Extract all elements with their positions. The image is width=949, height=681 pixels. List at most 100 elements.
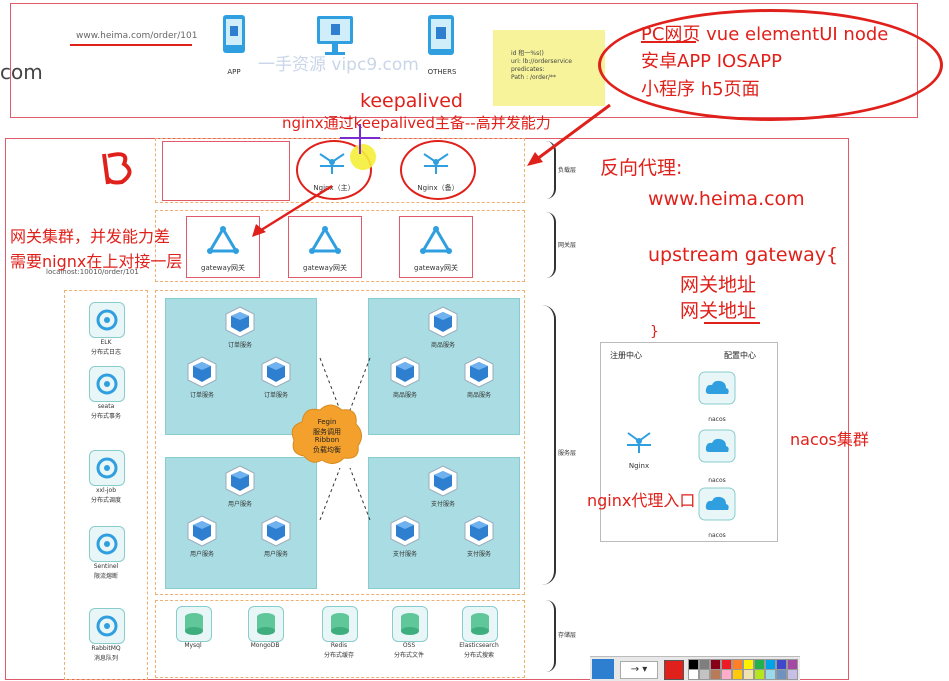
gateway-icon-1 [207,226,239,254]
service-cube-icon [428,465,458,497]
phone-icon [221,14,247,54]
tool-icon [89,608,125,644]
storage-name: Mysql [184,642,202,649]
color-swatch[interactable] [688,669,699,680]
color-swatch[interactable] [732,669,743,680]
storage-name: OSS [402,642,416,649]
storage-desc: 分布式文件 [393,652,424,659]
watermark-text: 一手资源 vipc9.com [258,55,419,75]
arrow-keepalived [330,118,390,158]
gateway-label-1: gateway网关 [201,264,245,272]
url-text: www.heima.com/order/101 [76,31,198,41]
tool-icon [89,526,125,562]
tier-brace-2 [542,212,556,278]
gw-addr-1: 网关地址 [680,274,757,296]
nacos-nginx-label: Nginx [628,462,650,470]
fegin-line3: Ribbon [314,436,340,444]
keepalived-label: keepalived [360,90,463,112]
storage-name: MongoDB [250,642,280,649]
tool-icon [89,450,125,486]
tool-name: seata [97,403,115,410]
gateway-icon-3 [420,226,452,254]
nacos-config-label: 配置中心 [724,351,756,360]
color-swatch[interactable] [743,669,754,680]
storage-name: Redis [330,642,348,649]
scribble-three [100,148,140,188]
service-cube-icon [187,515,217,547]
gateway-cluster-line1: 网关集群，并发能力差 [10,227,171,246]
color-swatch[interactable] [699,669,710,680]
gateway-cluster-line2: 需要nignx在上对接一层 [10,252,183,271]
others-label: OTHERS [427,68,457,76]
service-label: 订单服务 [189,392,214,399]
upstream-label: upstream gateway{ [648,244,839,266]
service-cube-icon [464,356,494,388]
fegin-line4: 负载均衡 [313,446,341,454]
tier-label-storage: 存储层 [557,632,576,639]
service-label: 商品服务 [466,392,491,399]
storage-icon [462,606,498,642]
pen-tool-button[interactable] [592,659,614,679]
color-swatch[interactable] [710,669,721,680]
tier-label-service: 服务层 [557,450,576,457]
tier-brace-4 [542,600,556,672]
nacos-cluster-label: nacos集群 [790,430,869,449]
tablet-icon [426,14,456,56]
keepalived-note: nginx通过keepalived主备--高并发能力 [282,114,551,132]
storage-icon [392,606,428,642]
closing-brace: } [650,324,659,340]
tool-name: Sentinel [93,563,119,570]
note-line: uri: lb://orderservice [511,58,572,65]
service-label: 支付服务 [430,501,455,508]
note-line: Path : /order/** [511,74,557,81]
tool-name: xxl-job [95,487,117,494]
clients-line3: 小程序 h5页面 [641,79,760,100]
clients-line2: 安卓APP IOSAPP [641,51,783,72]
service-label: 商品服务 [430,342,455,349]
storage-icon [248,606,284,642]
nginx-backup-icon [420,148,452,176]
color-swatch[interactable] [721,669,732,680]
storage-icon [322,606,358,642]
tier-brace-3 [542,305,556,585]
nacos-nginx-icon [624,428,654,454]
tool-desc: 分布式调度 [90,497,121,504]
arrow-tool-button[interactable]: → ▾ [620,661,658,679]
service-cube-icon [390,356,420,388]
nacos-node-icon [697,370,737,406]
service-cube-icon [261,515,291,547]
gateway-label-3: gateway网关 [414,264,458,272]
tool-name: ELK [100,339,112,346]
service-label: 支付服务 [392,551,417,558]
color-swatch[interactable] [765,669,776,680]
nacos-node-icon [697,428,737,464]
tool-desc: 分布式事务 [90,413,121,420]
color-swatch[interactable] [754,669,765,680]
nacos-node-icon [697,486,737,522]
nacos-node-label: nacos [708,477,726,484]
color-swatch[interactable] [787,669,798,680]
storage-icon [176,606,212,642]
service-label: 用户服务 [227,501,252,508]
pc-underline [641,41,696,43]
gw-addr-underline [704,322,760,324]
side-com-text: com [0,60,43,84]
service-cube-icon [428,306,458,338]
nginx-backup-label: Nginx（备） [417,184,459,192]
tier-label-gateway: 网关层 [557,242,576,249]
selected-color-swatch[interactable] [664,660,684,680]
paint-toolbar[interactable]: → ▾ [590,656,800,681]
service-label: 订单服务 [263,392,288,399]
storage-name: Elasticsearch [459,642,499,649]
config-note: id 租一%s() uri: lb://orderservice predica… [493,30,605,106]
tool-desc: 消息队列 [93,655,118,662]
gateway-label-2: gateway网关 [303,264,347,272]
service-label: 支付服务 [466,551,491,558]
color-swatch[interactable] [776,669,787,680]
storage-desc: 分布式搜索 [463,652,494,659]
app-label: APP [227,68,241,76]
service-cube-icon [261,356,291,388]
note-line: id 租一%s() [511,50,544,57]
nacos-registry-label: 注册中心 [610,351,642,360]
service-label: 订单服务 [227,342,252,349]
